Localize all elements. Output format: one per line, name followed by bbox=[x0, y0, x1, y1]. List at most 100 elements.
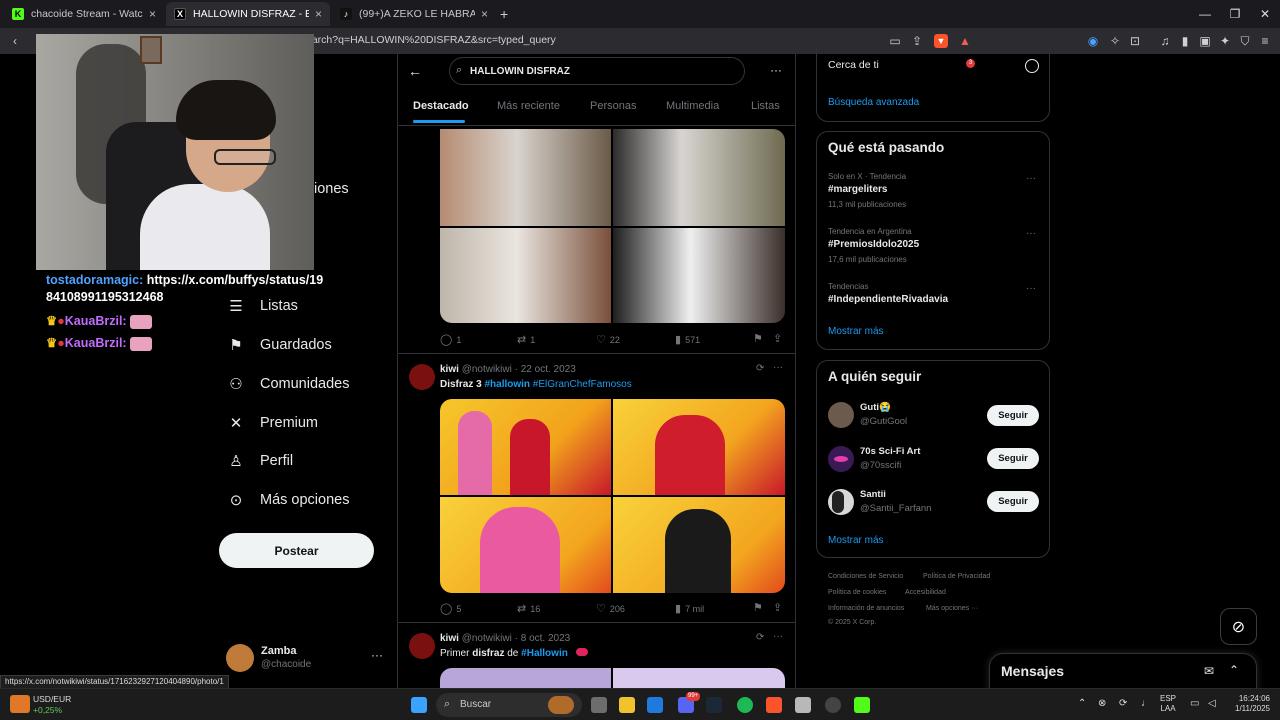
microphone-icon[interactable]: ♩ bbox=[1141, 699, 1151, 709]
follow-button[interactable]: Seguir bbox=[987, 491, 1039, 512]
footer-link[interactable]: Política de cookies bbox=[828, 589, 886, 596]
advanced-search-link[interactable]: Búsqueda avanzada bbox=[828, 97, 919, 108]
volume-icon[interactable]: ◁ bbox=[1208, 699, 1216, 709]
show-more-trends-link[interactable]: Mostrar más bbox=[828, 326, 884, 337]
kick-icon[interactable] bbox=[854, 697, 870, 713]
close-icon[interactable]: × bbox=[481, 7, 488, 21]
tweet-author[interactable]: kiwi @notwikiwi · 8 oct. 2023 bbox=[440, 633, 570, 644]
share-button[interactable]: ⇪ bbox=[773, 601, 786, 614]
avatar[interactable] bbox=[828, 489, 854, 515]
more-dots-icon[interactable]: ··· bbox=[1026, 228, 1036, 239]
nav-item-comunidades[interactable]: ⚇ Comunidades bbox=[226, 372, 349, 396]
brave-icon[interactable] bbox=[766, 697, 782, 713]
tab-personas[interactable]: Personas bbox=[590, 100, 636, 112]
views-button[interactable]: ▮ 571 bbox=[675, 333, 700, 346]
extensions-icon[interactable]: ✧ bbox=[1108, 34, 1122, 48]
close-window-icon[interactable]: ✕ bbox=[1250, 4, 1280, 24]
like-button[interactable]: ♡ 22 bbox=[596, 333, 620, 346]
footer-link[interactable]: Política de Privacidad bbox=[923, 573, 990, 580]
tab-listas[interactable]: Listas bbox=[751, 100, 780, 112]
media-icon[interactable]: ♫ bbox=[1158, 34, 1172, 48]
tweet-photo[interactable] bbox=[440, 129, 611, 226]
reply-button[interactable]: ◯ 5 bbox=[440, 602, 461, 615]
tab-mas-reciente[interactable]: Más reciente bbox=[497, 100, 560, 112]
trend-tag[interactable]: #margeliters bbox=[828, 184, 887, 195]
obs-studio-icon[interactable] bbox=[795, 697, 811, 713]
expand-icon[interactable]: ⌃ bbox=[1229, 663, 1239, 677]
task-view-icon[interactable] bbox=[591, 697, 607, 713]
language-indicator[interactable]: ESP LAA bbox=[1160, 694, 1176, 714]
grok-icon[interactable]: ⟳ bbox=[756, 632, 764, 643]
avatar[interactable] bbox=[828, 402, 854, 428]
wallet-icon[interactable]: ▣ bbox=[1198, 34, 1212, 48]
reply-button[interactable]: ◯ 1 bbox=[440, 333, 461, 346]
avatar[interactable] bbox=[409, 633, 435, 659]
post-button[interactable]: Postear bbox=[219, 533, 374, 568]
tweet-photo[interactable] bbox=[440, 497, 611, 593]
tweet-photo[interactable] bbox=[613, 228, 785, 323]
tweet-photo[interactable] bbox=[613, 399, 785, 495]
nav-item-guardados[interactable]: ⚑ Guardados bbox=[226, 333, 331, 357]
back-arrow-icon[interactable]: ← bbox=[408, 63, 422, 79]
vpn-icon[interactable]: ⛉ bbox=[1238, 34, 1252, 48]
tweet-photo[interactable] bbox=[613, 497, 785, 593]
display-icon[interactable]: ▭ bbox=[1190, 699, 1199, 709]
chevron-up-icon[interactable]: ⌃ bbox=[1078, 699, 1086, 709]
clock[interactable]: 16:24:06 1/11/2025 bbox=[1226, 694, 1270, 714]
like-button[interactable]: ♡ 206 bbox=[596, 602, 625, 615]
audio-icon[interactable]: ◉ bbox=[1086, 34, 1100, 48]
share-button[interactable]: ⇪ bbox=[773, 332, 786, 345]
spotify-icon[interactable] bbox=[737, 697, 753, 713]
tweet-photo[interactable] bbox=[613, 129, 785, 226]
app-icon[interactable] bbox=[825, 697, 841, 713]
show-more-follow-link[interactable]: Mostrar más bbox=[828, 535, 884, 546]
windows-start-icon[interactable] bbox=[411, 697, 427, 713]
bookmark-button[interactable]: ⚑ bbox=[753, 601, 767, 614]
nav-item-premium[interactable]: ✕ Premium bbox=[226, 411, 318, 435]
tweet-photo[interactable] bbox=[440, 228, 611, 323]
follow-button[interactable]: Seguir bbox=[987, 448, 1039, 469]
more-dots-icon[interactable]: ··· bbox=[773, 362, 783, 373]
footer-link[interactable]: Información de anuncios bbox=[828, 605, 904, 612]
network-icon[interactable]: ⊗ bbox=[1098, 699, 1106, 709]
minimize-icon[interactable]: — bbox=[1190, 4, 1220, 24]
footer-link[interactable]: Más opciones ··· bbox=[926, 605, 978, 612]
more-dots-icon[interactable]: ··· bbox=[371, 648, 383, 662]
nav-item-mas-opciones[interactable]: ⊙ Más opciones bbox=[226, 488, 350, 512]
more-dots-icon[interactable]: ··· bbox=[1026, 283, 1036, 294]
tab-kick[interactable]: K chacoide Stream - Watch Live on × bbox=[4, 2, 164, 26]
avatar[interactable] bbox=[828, 446, 854, 472]
more-dots-icon[interactable]: ··· bbox=[773, 631, 783, 642]
tab-destacado[interactable]: Destacado bbox=[413, 100, 469, 112]
sidebar-icon[interactable]: ▮ bbox=[1178, 34, 1192, 48]
new-tab-icon[interactable]: + bbox=[500, 6, 508, 22]
views-button[interactable]: ▮ 7 mil bbox=[675, 602, 704, 615]
nav-item-listas[interactable]: ☰ Listas bbox=[226, 294, 298, 318]
new-message-icon[interactable]: ✉ bbox=[1204, 664, 1214, 678]
follow-button[interactable]: Seguir bbox=[987, 405, 1039, 426]
messages-drawer[interactable]: Mensajes ✉ ⌃ bbox=[989, 653, 1257, 693]
tweet-photo[interactable] bbox=[440, 668, 611, 688]
edge-icon[interactable] bbox=[647, 697, 663, 713]
more-dots-icon[interactable]: ··· bbox=[1026, 173, 1036, 184]
repost-button[interactable]: ⇄ 16 bbox=[517, 602, 540, 615]
footer-link[interactable]: Condiciones de Servicio bbox=[828, 573, 903, 580]
file-explorer-icon[interactable] bbox=[619, 697, 635, 713]
follow-name[interactable]: 70s Sci-Fi Art bbox=[860, 446, 920, 457]
steam-icon[interactable] bbox=[706, 697, 722, 713]
screenshot-icon[interactable]: ⊡ bbox=[1128, 34, 1142, 48]
search-options-icon[interactable]: ··· bbox=[770, 63, 782, 77]
filter-cerca-radio[interactable] bbox=[1025, 59, 1039, 73]
trend-tag[interactable]: #IndependienteRivadavia bbox=[828, 294, 948, 305]
tab-tiktok[interactable]: ♪ (99+)A ZEKO LE HABRA GUSTADO C × bbox=[332, 2, 496, 26]
follow-name[interactable]: Guti😭 bbox=[860, 402, 891, 413]
tweet-photo[interactable] bbox=[440, 399, 611, 495]
search-input[interactable]: ⌕ HALLOWIN DISFRAZ bbox=[449, 57, 745, 85]
tab-multimedia[interactable]: Multimedia bbox=[666, 100, 719, 112]
grok-icon[interactable]: ⟳ bbox=[756, 363, 764, 374]
close-icon[interactable]: × bbox=[149, 7, 156, 21]
close-icon[interactable]: × bbox=[315, 7, 322, 21]
avatar[interactable] bbox=[409, 364, 435, 390]
leo-ai-icon[interactable]: ✦ bbox=[1218, 34, 1232, 48]
nav-item-perfil[interactable]: ♙ Perfil bbox=[226, 449, 293, 473]
